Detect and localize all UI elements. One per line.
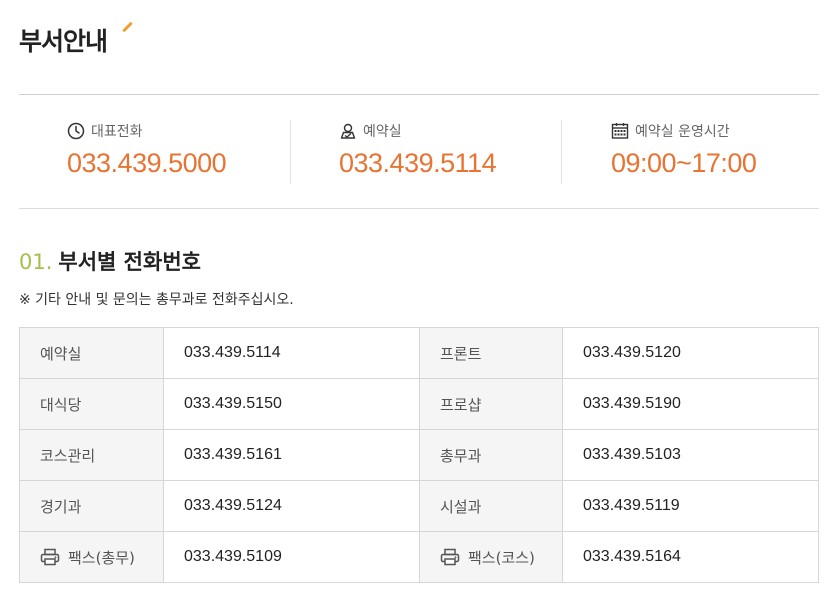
dept-phone-cell: 033.439.5164 xyxy=(562,531,819,583)
dept-phone-cell: 033.439.5119 xyxy=(562,480,819,532)
fax-icon xyxy=(40,548,60,566)
contact-label: 대표전화 xyxy=(91,124,143,140)
dept-phone-cell: 033.439.5120 xyxy=(562,327,819,379)
dept-name-cell: 코스관리 xyxy=(19,429,164,481)
contact-main-phone: 대표전화 033.439.5000 xyxy=(67,120,227,186)
contact-value: 09:00~17:00 xyxy=(611,148,757,178)
dept-phone-cell: 033.439.5114 xyxy=(163,327,420,379)
dept-name-cell: 시설과 xyxy=(419,480,563,532)
dept-name-cell: 프론트 xyxy=(419,327,563,379)
section-number: 01. xyxy=(19,250,53,274)
contact-label: 예약실 운영시간 xyxy=(635,124,730,140)
contact-divider xyxy=(561,120,562,184)
dept-phone-cell: 033.439.5109 xyxy=(163,531,420,583)
contact-divider xyxy=(290,120,291,184)
divider-bottom xyxy=(19,208,819,209)
dept-name-cell: 프로샵 xyxy=(419,378,563,430)
section-title: 01. 부서별 전화번호 xyxy=(19,246,201,276)
title-accent-mark xyxy=(122,21,133,33)
clock-icon xyxy=(67,122,85,140)
contact-reservation: 예약실 033.439.5114 xyxy=(339,120,497,186)
dept-phone-cell: 033.439.5190 xyxy=(562,378,819,430)
fax-icon xyxy=(440,548,460,566)
dept-phone-cell: 033.439.5150 xyxy=(163,378,420,430)
dept-name-cell: 팩스(코스) xyxy=(419,531,563,583)
dept-name-cell: 예약실 xyxy=(19,327,164,379)
calendar-icon xyxy=(611,123,629,139)
table-row: 코스관리 033.439.5161 총무과 033.439.5103 xyxy=(19,429,819,481)
divider-top xyxy=(19,94,819,95)
table-row: 대식당 033.439.5150 프로샵 033.439.5190 xyxy=(19,378,819,430)
dept-name-cell: 경기과 xyxy=(19,480,164,532)
contact-label: 예약실 xyxy=(363,124,402,140)
page-title: 부서안내 xyxy=(19,27,108,56)
dept-phone-cell: 033.439.5161 xyxy=(163,429,420,481)
dept-phone-cell: 033.439.5124 xyxy=(163,480,420,532)
table-row: 경기과 033.439.5124 시설과 033.439.5119 xyxy=(19,480,819,532)
dept-phone-cell: 033.439.5103 xyxy=(562,429,819,481)
dept-name-cell: 팩스(총무) xyxy=(19,531,164,583)
contact-value: 033.439.5114 xyxy=(339,148,497,178)
reservation-icon xyxy=(340,123,356,139)
dept-name-label: 팩스(코스) xyxy=(468,548,535,567)
section-title-text: 부서별 전화번호 xyxy=(58,250,201,274)
department-phone-table: 예약실 033.439.5114 프론트 033.439.5120 대식당 03… xyxy=(19,327,819,583)
contact-hours: 예약실 운영시간 09:00~17:00 xyxy=(611,120,757,186)
section-note: ※ 기타 안내 및 문의는 총무과로 전화주십시오. xyxy=(19,292,294,308)
table-row: 예약실 033.439.5114 프론트 033.439.5120 xyxy=(19,327,819,379)
dept-name-cell: 총무과 xyxy=(419,429,563,481)
dept-name-label: 팩스(총무) xyxy=(68,548,135,567)
contact-value: 033.439.5000 xyxy=(67,148,227,178)
dept-name-cell: 대식당 xyxy=(19,378,164,430)
table-row: 팩스(총무) 033.439.5109 팩스(코스) 033.439.5164 xyxy=(19,531,819,583)
